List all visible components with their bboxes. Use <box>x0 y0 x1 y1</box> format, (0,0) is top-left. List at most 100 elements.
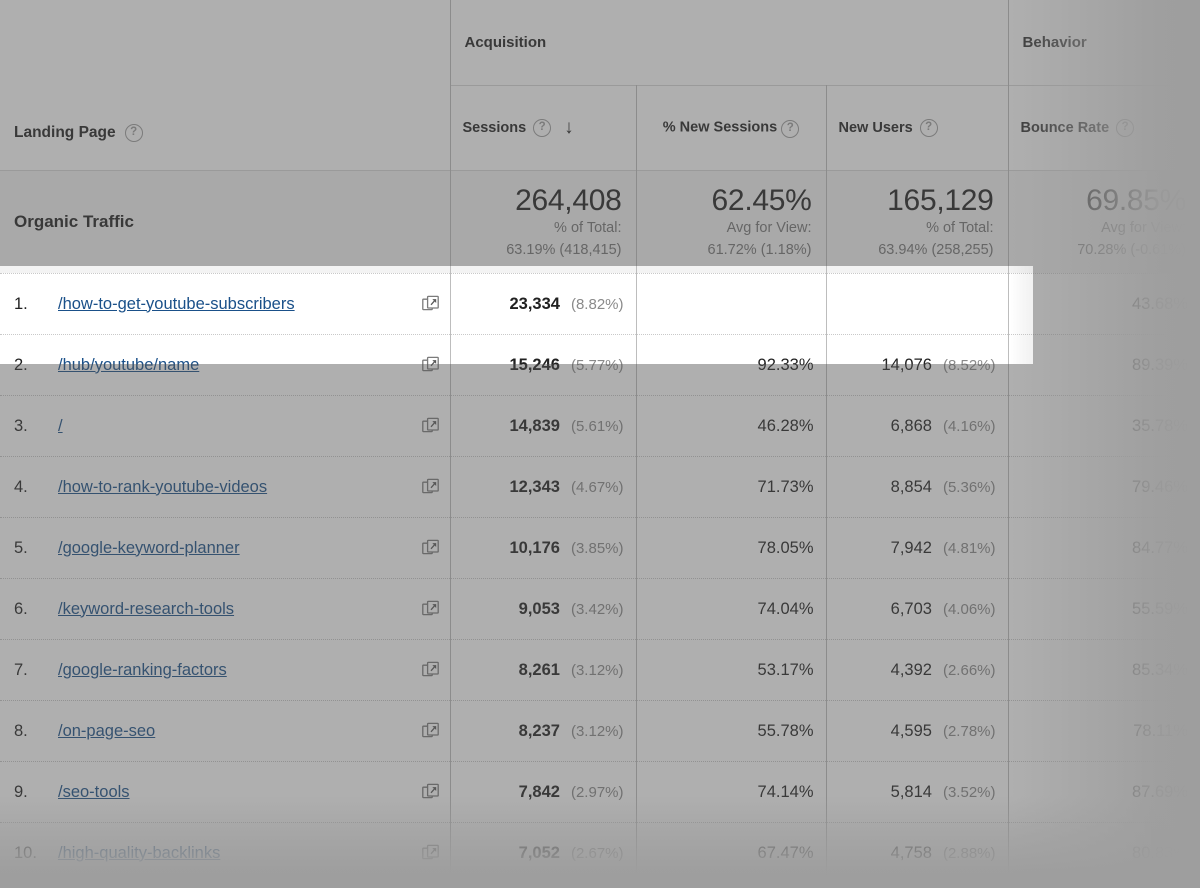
new-sessions-cell: 55.78% <box>636 701 826 762</box>
bounce-rate-value: 87.69% <box>1132 783 1188 801</box>
table-row[interactable]: 6./keyword-research-tools9,053(3.42%)74.… <box>0 579 1200 640</box>
table-row[interactable]: 1./how-to-get-youtube-subscribers 23,334(… <box>0 274 1200 335</box>
bounce-rate-value: 35.78% <box>1132 417 1188 435</box>
open-in-new-window-icon[interactable] <box>422 295 440 313</box>
sessions-pair: 12,343(4.67%) <box>510 478 624 497</box>
new-users-pair: 6,703(4.06%) <box>891 600 996 619</box>
column-header-sessions[interactable]: Sessions ? ↓ <box>450 85 636 170</box>
bounce-rate-header-label: Bounce Rate <box>1021 120 1110 136</box>
table-row[interactable]: 5./google-keyword-planner10,176(3.85%)78… <box>0 518 1200 579</box>
summary-new-users-sub1: % of Total: <box>841 219 994 238</box>
table-row[interactable]: 4./how-to-rank-youtube-videos 12,343(4.67… <box>0 457 1200 518</box>
landing-page-cell[interactable]: 7./google-ranking-factors <box>0 640 450 701</box>
landing-page-link[interactable]: / <box>58 417 422 436</box>
table-row[interactable]: 9./seo-tools7,842(2.97%)74.14%5,814(3.52… <box>0 762 1200 823</box>
open-in-new-window-icon[interactable] <box>422 783 440 801</box>
open-in-new-window-icon[interactable] <box>422 600 440 618</box>
group-header-row: Landing Page ? Acquisition Behavior <box>0 0 1200 85</box>
landing-page-cell-inner: 2./hub/youtube/name <box>14 356 440 375</box>
new-users-cell: 4,758(2.88%) <box>826 823 1008 884</box>
new-users-value: 5,814 <box>891 783 932 802</box>
sessions-value: 10,176 <box>510 539 560 558</box>
landing-page-cell[interactable]: 8./on-page-seo <box>0 701 450 762</box>
sessions-cell: 7,052(2.67%) <box>450 823 636 884</box>
help-icon[interactable]: ? <box>533 119 551 137</box>
sessions-header-wrap: Sessions ? ↓ <box>463 118 574 137</box>
bounce-rate-cell: 43.68% <box>1008 274 1200 335</box>
new-sessions-value: 92.33% <box>758 356 814 374</box>
landing-page-link[interactable]: /keyword-research-tools <box>58 600 422 619</box>
row-rank: 3. <box>14 417 58 436</box>
landing-page-cell[interactable]: 2./hub/youtube/name <box>0 335 450 396</box>
new-sessions-value: 67.47% <box>758 844 814 862</box>
open-in-new-window-icon[interactable] <box>422 539 440 557</box>
bounce-rate-value: 78.11% <box>1133 722 1188 740</box>
table-row[interactable]: 7./google-ranking-factors8,261(3.12%)53.… <box>0 640 1200 701</box>
sessions-value: 8,237 <box>519 722 560 741</box>
landing-page-link[interactable]: /high-quality-backlinks <box>58 844 422 863</box>
sessions-pair: 23,334(8.82%) <box>510 295 624 314</box>
summary-new-users-cell: 165,129 % of Total: 63.94% (258,255) <box>826 170 1008 273</box>
open-in-new-window-icon[interactable] <box>422 478 440 496</box>
new-users-cell: 6,868 (4.16%) <box>826 396 1008 457</box>
landing-page-link[interactable]: /on-page-seo <box>58 722 422 741</box>
open-in-new-window-icon[interactable] <box>422 417 440 435</box>
analytics-landing-pages-report: Landing Page ? Acquisition Behavior Sess… <box>0 0 1200 888</box>
table-row[interactable]: 8./on-page-seo 8,237 (3.12%) 55.78% 4,595(2.… <box>0 701 1200 762</box>
new-users-cell: 8,854(5.36%) <box>826 457 1008 518</box>
open-in-new-window-icon[interactable] <box>422 722 440 740</box>
new-users-percent: (5.36%) <box>943 479 996 496</box>
sessions-value: 7,842 <box>519 783 560 802</box>
sessions-percent: (4.67%) <box>571 479 624 496</box>
column-header-new-users[interactable]: New Users ? <box>826 85 1008 170</box>
landing-page-cell[interactable]: 9./seo-tools <box>0 762 450 823</box>
landing-page-cell-inner: 5./google-keyword-planner <box>14 539 440 558</box>
new-users-pair: 4,595(2.78%) <box>891 722 996 741</box>
landing-page-link[interactable]: /seo-tools <box>58 783 422 802</box>
open-in-new-window-icon[interactable] <box>422 356 440 374</box>
new-users-pair: 4,392(2.66%) <box>891 661 996 680</box>
landing-page-link[interactable]: /google-keyword-planner <box>58 539 422 558</box>
open-in-new-window-icon[interactable] <box>422 661 440 679</box>
landing-page-cell[interactable]: 3./ <box>0 396 450 457</box>
new-users-percent: (4.06%) <box>943 601 996 618</box>
new-users-value: 6,868 <box>891 417 932 436</box>
summary-new-sessions-sub2: 61.72% (1.18%) <box>651 241 812 260</box>
new-users-percent: (4.81%) <box>943 540 996 557</box>
help-icon[interactable]: ? <box>781 120 799 138</box>
landing-page-cell[interactable]: 1./how-to-get-youtube-subscribers <box>0 274 450 335</box>
help-icon[interactable]: ? <box>1116 119 1134 137</box>
landing-page-cell[interactable]: 6./keyword-research-tools <box>0 579 450 640</box>
sessions-cell: 14,839(5.61%) <box>450 396 636 457</box>
table-row[interactable]: 10./high-quality-backlinks7,052(2.67%) 67… <box>0 823 1200 884</box>
summary-new-sessions-cell: 62.45% Avg for View: 61.72% (1.18%) <box>636 170 826 273</box>
open-in-new-window-icon[interactable] <box>422 844 440 862</box>
table-row[interactable]: 2./hub/youtube/name15,246(5.77%)92.33%14… <box>0 335 1200 396</box>
help-icon[interactable]: ? <box>125 124 143 142</box>
landing-page-link[interactable]: /how-to-get-youtube-subscribers <box>58 295 422 314</box>
new-users-cell: 4,595(2.78%) <box>826 701 1008 762</box>
column-header-new-sessions-pct[interactable]: % New Sessions ? <box>636 85 826 170</box>
landing-page-link[interactable]: /google-ranking-factors <box>58 661 422 680</box>
summary-new-sessions-value: 62.45% <box>651 184 812 218</box>
sessions-percent: (3.12%) <box>571 723 624 740</box>
sessions-cell: 15,246(5.77%) <box>450 335 636 396</box>
new-users-pair: 5,814(3.52%) <box>891 783 996 802</box>
table-row[interactable]: 3./14,839(5.61%)46.28%6,868(4.16%)35.78% <box>0 396 1200 457</box>
new-sessions-value: 53.17% <box>758 661 814 679</box>
column-header-bounce-rate[interactable]: Bounce Rate ? <box>1008 85 1200 170</box>
landing-page-link[interactable]: /hub/youtube/name <box>58 356 422 375</box>
summary-row: Organic Traffic 264,408 % of Total: 63.1… <box>0 170 1200 273</box>
sort-descending-arrow-icon[interactable]: ↓ <box>564 118 574 137</box>
new-sessions-value: 74.14% <box>758 783 814 801</box>
landing-page-cell-inner: 4./how-to-rank-youtube-videos <box>14 478 440 497</box>
landing-page-cell[interactable]: 4./how-to-rank-youtube-videos <box>0 457 450 518</box>
help-icon[interactable]: ? <box>920 119 938 137</box>
new-users-percent: (4.16%) <box>943 418 996 435</box>
landing-page-cell[interactable]: 5./google-keyword-planner <box>0 518 450 579</box>
row-rank: 5. <box>14 539 58 558</box>
landing-page-cell[interactable]: 10./high-quality-backlinks <box>0 823 450 884</box>
new-users-cell: 4,392(2.66%) <box>826 640 1008 701</box>
landing-page-link[interactable]: /how-to-rank-youtube-videos <box>58 478 422 497</box>
landing-page-header-cell[interactable]: Landing Page ? <box>0 0 450 170</box>
